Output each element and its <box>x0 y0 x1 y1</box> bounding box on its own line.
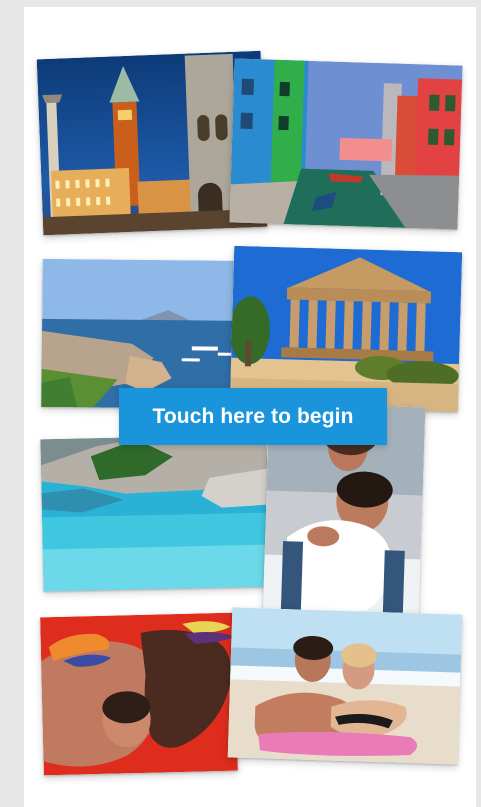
touch-to-begin-button[interactable]: Touch here to begin <box>119 388 387 445</box>
travel-collage-card: Touch here to begin <box>24 7 476 807</box>
photo-couple-lying <box>40 612 238 776</box>
photo-couple-sand <box>227 607 463 765</box>
photo-turquoise-beach <box>40 434 270 592</box>
photo-burano-canal <box>229 58 463 230</box>
